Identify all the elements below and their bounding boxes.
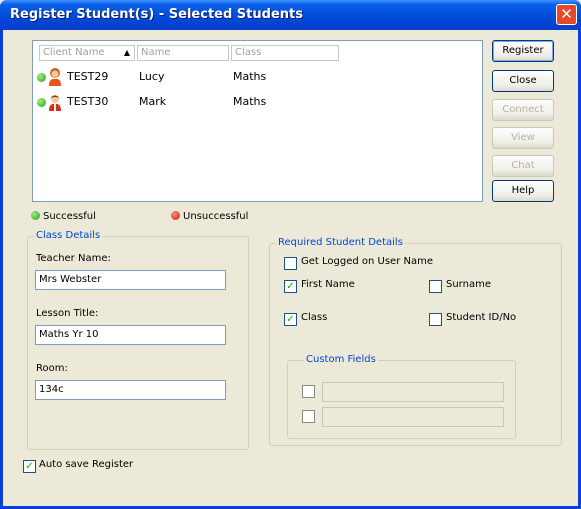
connect-button[interactable]: Connect — [492, 99, 554, 121]
client-name-cell: TEST30 — [67, 95, 109, 108]
chat-button[interactable]: Chat — [492, 155, 554, 177]
legend-unsuccessful: Unsuccessful — [171, 211, 248, 222]
lesson-title-input[interactable]: Maths Yr 10 — [35, 325, 226, 345]
lesson-title-label: Lesson Title: — [36, 308, 99, 319]
title-bar[interactable]: Register Student(s) - Selected Students … — [0, 0, 581, 30]
register-button[interactable]: Register — [492, 40, 554, 62]
surname-checkbox[interactable] — [429, 280, 442, 293]
failure-status-icon — [171, 211, 180, 220]
name-cell: Lucy — [139, 70, 165, 83]
success-status-icon — [37, 98, 46, 107]
client-name-cell: TEST29 — [67, 70, 109, 83]
first-name-label: First Name — [301, 279, 355, 290]
sort-ascending-icon: ▲ — [123, 48, 130, 57]
column-header-client-name-label: Client Name — [43, 47, 105, 58]
name-cell: Mark — [139, 95, 167, 108]
room-input[interactable]: 134c — [35, 380, 226, 400]
first-name-checkbox[interactable]: ✓ — [284, 280, 297, 293]
register-students-dialog: Register Student(s) - Selected Students … — [0, 0, 581, 509]
legend-successful-label: Successful — [43, 211, 96, 222]
close-button[interactable]: Close — [492, 70, 554, 92]
window-title: Register Student(s) - Selected Students — [10, 7, 303, 22]
success-status-icon — [37, 73, 46, 82]
required-student-details-title: Required Student Details — [276, 237, 405, 248]
custom-fields-group: Custom Fields — [287, 354, 516, 439]
column-header-class[interactable]: Class — [231, 45, 339, 61]
custom-fields-title: Custom Fields — [304, 354, 378, 365]
teacher-name-input[interactable]: Mrs Webster — [35, 270, 226, 290]
student-female-icon — [49, 68, 61, 86]
success-status-icon — [31, 211, 40, 220]
view-button[interactable]: View — [492, 127, 554, 149]
class-label: Class — [301, 312, 328, 323]
student-id-checkbox[interactable] — [429, 313, 442, 326]
room-label: Room: — [36, 363, 68, 374]
class-details-group: Class Details Teacher Name: Mrs Webster … — [27, 230, 249, 450]
list-item[interactable]: TEST29 Lucy Maths — [33, 68, 482, 88]
required-student-details-group: Required Student Details Get Logged on U… — [269, 237, 562, 446]
custom-field-1-checkbox[interactable] — [302, 385, 315, 398]
legend-unsuccessful-label: Unsuccessful — [183, 211, 249, 222]
student-id-label: Student ID/No — [446, 312, 517, 323]
column-header-name[interactable]: Name — [137, 45, 229, 61]
close-window-button[interactable]: ✕ — [556, 4, 577, 25]
class-details-title: Class Details — [34, 230, 103, 241]
auto-save-register-label: Auto save Register — [39, 459, 134, 470]
student-list[interactable]: Client Name ▲ Name Class TEST29 Lucy Mat… — [32, 40, 483, 202]
column-header-client-name[interactable]: Client Name ▲ — [39, 45, 135, 61]
custom-field-2-input[interactable] — [322, 407, 504, 427]
custom-field-1-input[interactable] — [322, 382, 504, 402]
custom-field-2-checkbox[interactable] — [302, 410, 315, 423]
teacher-name-label: Teacher Name: — [36, 253, 111, 264]
surname-label: Surname — [446, 279, 491, 290]
get-logged-on-user-label: Get Logged on User Name — [301, 256, 433, 267]
list-item[interactable]: TEST30 Mark Maths — [33, 93, 482, 113]
get-logged-on-user-checkbox[interactable] — [284, 257, 297, 270]
legend-successful: Successful — [31, 211, 96, 222]
class-cell: Maths — [233, 70, 267, 83]
class-cell: Maths — [233, 95, 267, 108]
auto-save-register-checkbox[interactable]: ✓ — [23, 460, 36, 473]
student-male-icon — [49, 95, 61, 111]
help-button[interactable]: Help — [492, 180, 554, 202]
class-checkbox[interactable]: ✓ — [284, 313, 297, 326]
